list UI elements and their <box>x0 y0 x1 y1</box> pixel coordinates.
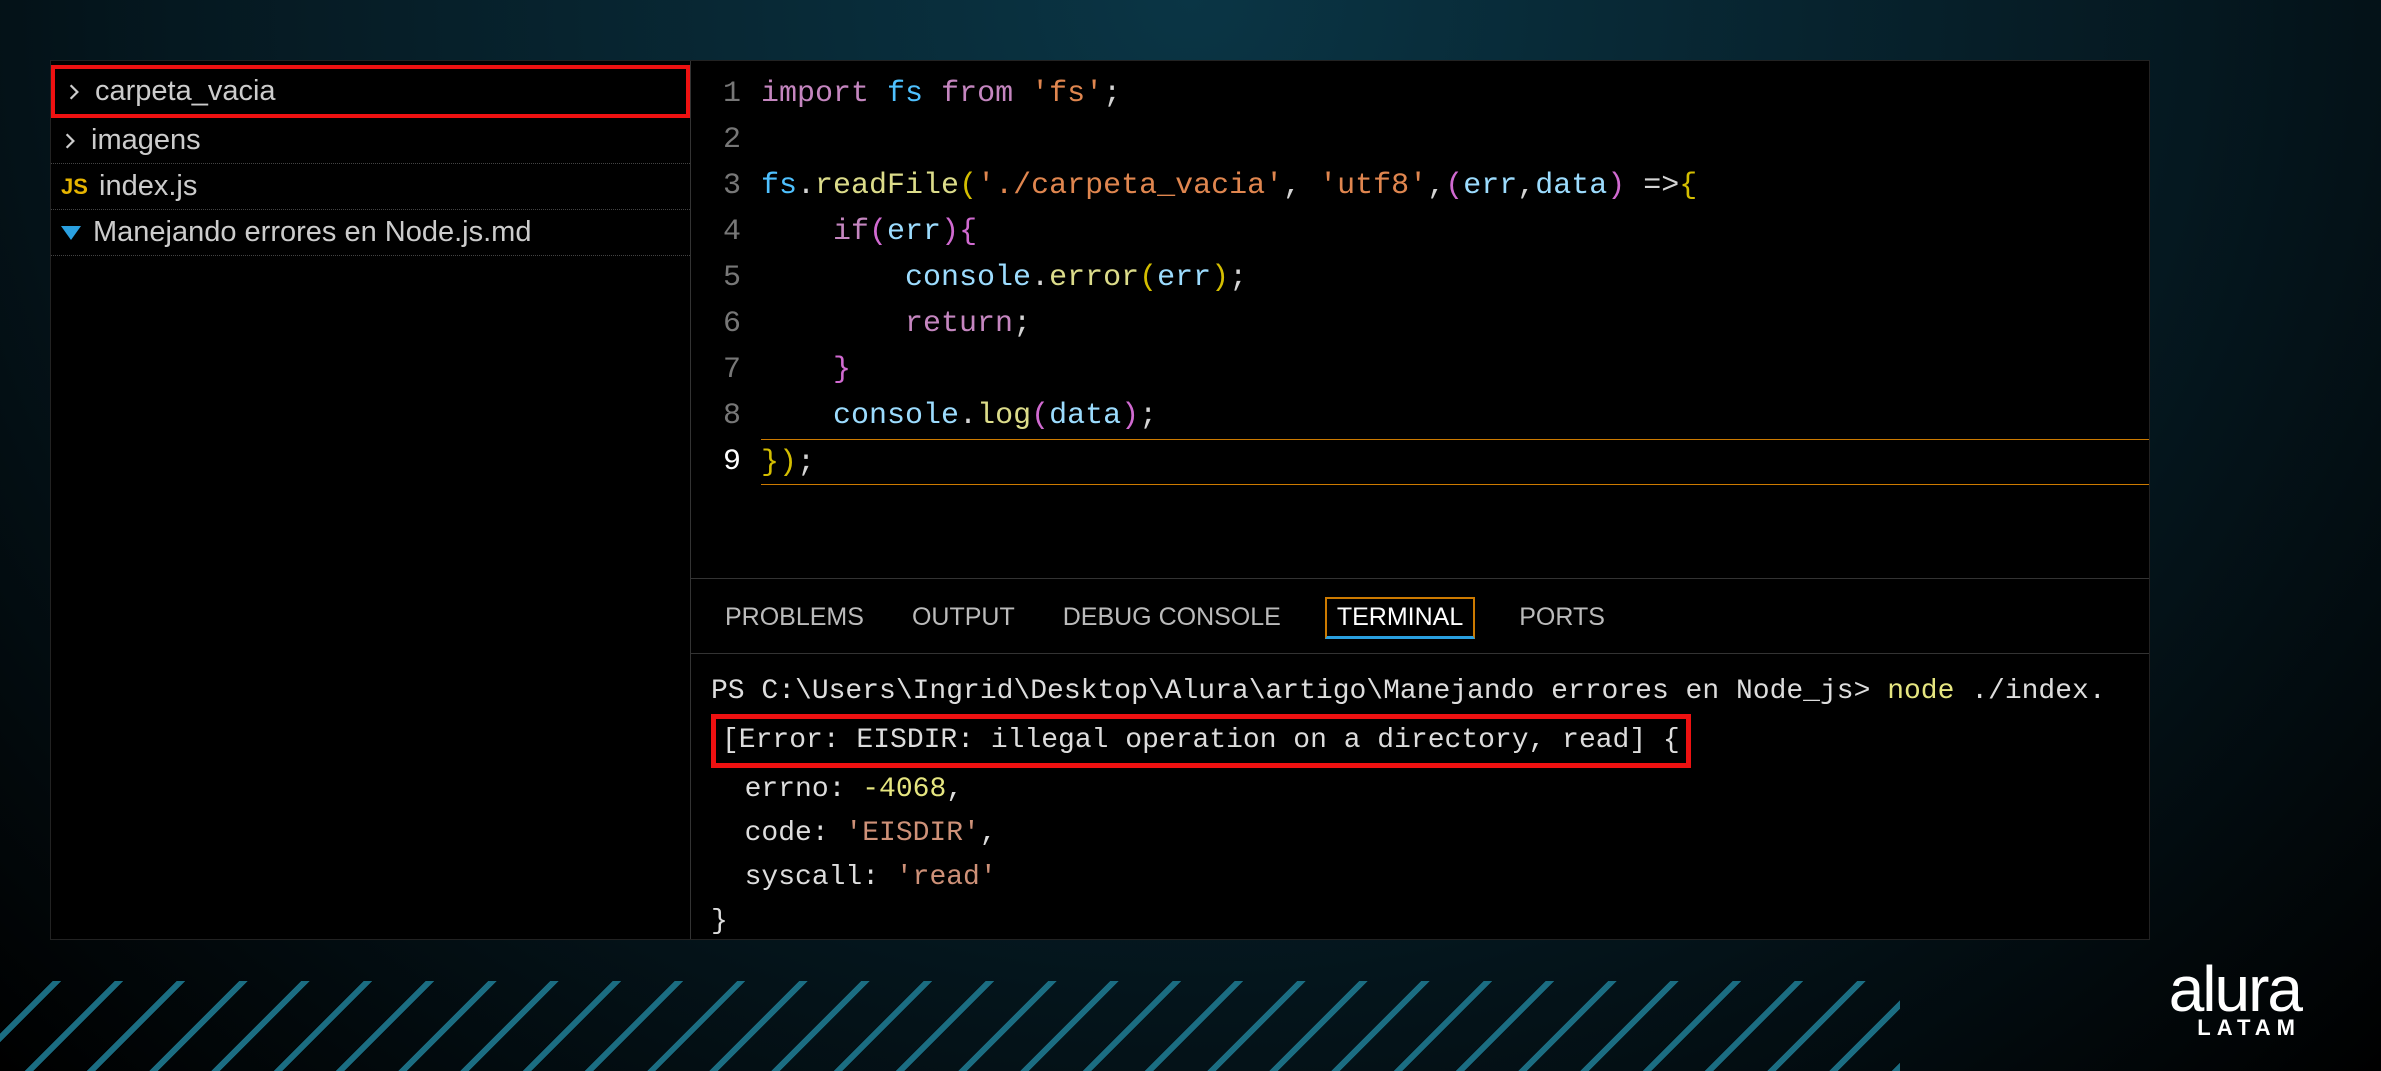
folder-imagens[interactable]: imagens <box>51 118 690 164</box>
terminal-syscall-value: 'read' <box>896 862 997 893</box>
folder-label: carpeta_vacia <box>95 75 276 108</box>
terminal-code-value: 'EISDIR' <box>845 818 979 849</box>
panel-tabs: PROBLEMS OUTPUT DEBUG CONSOLE TERMINAL P… <box>691 579 2149 654</box>
terminal-syscall-label: syscall: <box>711 862 896 893</box>
folder-label: imagens <box>91 124 201 157</box>
ide-window: carpeta_vacia imagens JS index.js Maneja… <box>50 60 2150 940</box>
line-gutter: 123456789 <box>691 71 761 578</box>
tab-debug-console[interactable]: DEBUG CONSOLE <box>1059 597 1285 639</box>
markdown-file-icon <box>61 226 81 240</box>
terminal-output[interactable]: PS C:\Users\Ingrid\Desktop\Alura\artigo\… <box>691 654 2149 960</box>
file-index-js[interactable]: JS index.js <box>51 164 690 210</box>
code-editor[interactable]: 123456789 import fs from 'fs'; fs.readFi… <box>691 61 2149 579</box>
file-label: index.js <box>99 170 197 203</box>
bottom-panel: PROBLEMS OUTPUT DEBUG CONSOLE TERMINAL P… <box>691 579 2149 939</box>
decorative-stripes <box>0 981 1900 1071</box>
terminal-arg: ./index. <box>1971 676 2105 707</box>
file-md[interactable]: Manejando errores en Node.js.md <box>51 210 690 256</box>
terminal-errno-value: -4068 <box>862 774 946 805</box>
file-explorer[interactable]: carpeta_vacia imagens JS index.js Maneja… <box>51 61 691 939</box>
js-file-icon: JS <box>61 174 87 200</box>
tab-problems[interactable]: PROBLEMS <box>721 597 868 639</box>
tab-terminal[interactable]: TERMINAL <box>1325 597 1475 639</box>
terminal-command: node <box>1887 676 1971 707</box>
code-content[interactable]: import fs from 'fs'; fs.readFile('./carp… <box>761 71 2149 578</box>
brand-name: alura <box>2169 964 2301 1015</box>
terminal-error-highlighted: [Error: EISDIR: illegal operation on a d… <box>711 714 1691 768</box>
editor-pane: 123456789 import fs from 'fs'; fs.readFi… <box>691 61 2149 939</box>
terminal-code-label: code: <box>711 818 845 849</box>
brand-logo: alura LATAM <box>2169 964 2301 1041</box>
tab-output[interactable]: OUTPUT <box>908 597 1019 639</box>
terminal-prompt: PS C:\Users\Ingrid\Desktop\Alura\artigo\… <box>711 676 1887 707</box>
chevron-right-icon <box>61 132 79 150</box>
folder-carpeta-vacia[interactable]: carpeta_vacia <box>51 65 690 118</box>
tab-ports[interactable]: PORTS <box>1515 597 1609 639</box>
terminal-closing-brace: } <box>711 900 2129 944</box>
terminal-errno-label: errno: <box>711 774 862 805</box>
file-label: Manejando errores en Node.js.md <box>93 216 531 249</box>
chevron-right-icon <box>65 83 83 101</box>
